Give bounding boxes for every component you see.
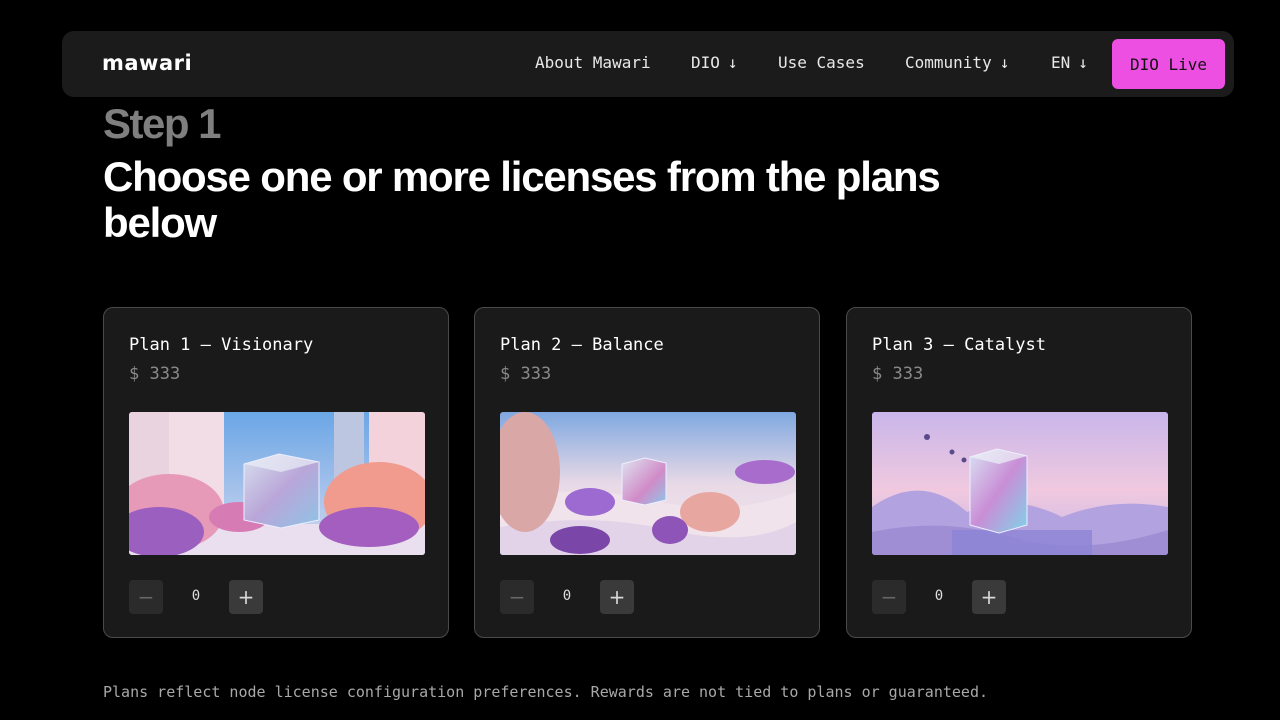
plus-icon: + — [980, 585, 998, 609]
decrement-button[interactable]: − — [872, 580, 906, 614]
minus-icon: − — [508, 585, 526, 609]
quantity-value: 0 — [562, 588, 572, 604]
nav-link-label: About Mawari — [535, 53, 651, 72]
decrement-button[interactable]: − — [500, 580, 534, 614]
arrow-down-icon: ↓ — [1078, 53, 1088, 72]
plan-title: Plan 3 — Catalyst — [872, 335, 1046, 355]
nav-link-label: EN — [1051, 53, 1071, 72]
plan-price: $ 333 — [129, 364, 181, 384]
nav-link-label: DIO — [691, 53, 720, 72]
plan-image — [872, 412, 1168, 555]
nav-link-use-cases[interactable]: Use Cases — [778, 53, 865, 72]
quantity-stepper: − 0 + — [872, 580, 1006, 614]
dio-live-button[interactable]: DIO Live — [1112, 39, 1225, 89]
quantity-stepper: − 0 + — [500, 580, 634, 614]
plan-title: Plan 2 — Balance — [500, 335, 664, 355]
nav-link-label: Community — [905, 53, 992, 72]
quantity-value: 0 — [191, 588, 201, 604]
quantity-stepper: − 0 + — [129, 580, 263, 614]
mawari-logo[interactable]: mawari — [102, 51, 192, 75]
top-navbar: mawari About Mawari DIO ↓ Use Cases Commu… — [62, 31, 1234, 97]
plan-image — [129, 412, 425, 555]
increment-button[interactable]: + — [600, 580, 634, 614]
decrement-button[interactable]: − — [129, 580, 163, 614]
nav-link-community[interactable]: Community ↓ — [905, 53, 1009, 72]
plans-disclaimer: Plans reflect node license configuration… — [103, 683, 989, 701]
arrow-down-icon: ↓ — [727, 53, 738, 72]
plan-card-visionary: Plan 1 — Visionary $ 333 − 0 + — [103, 307, 449, 638]
minus-icon: − — [137, 585, 155, 609]
arrow-down-icon: ↓ — [999, 53, 1010, 72]
nav-link-about[interactable]: About Mawari — [535, 53, 651, 72]
nav-link-label: Use Cases — [778, 53, 865, 72]
plan-card-balance: Plan 2 — Balance $ 333 − 0 + — [474, 307, 820, 638]
plus-icon: + — [237, 585, 255, 609]
plus-icon: + — [608, 585, 626, 609]
increment-button[interactable]: + — [229, 580, 263, 614]
increment-button[interactable]: + — [972, 580, 1006, 614]
plan-image — [500, 412, 796, 555]
plan-price: $ 333 — [500, 364, 552, 384]
plan-card-catalyst: Plan 3 — Catalyst $ 333 − 0 + — [846, 307, 1192, 638]
minus-icon: − — [880, 585, 898, 609]
quantity-value: 0 — [934, 588, 944, 604]
plan-title: Plan 1 — Visionary — [129, 335, 314, 355]
plan-price: $ 333 — [872, 364, 924, 384]
nav-link-dio[interactable]: DIO ↓ — [691, 53, 738, 72]
step-label: Step 1 — [103, 100, 222, 147]
nav-link-language[interactable]: EN ↓ — [1051, 53, 1088, 72]
page-title: Choose one or more licenses from the pla… — [103, 153, 941, 246]
